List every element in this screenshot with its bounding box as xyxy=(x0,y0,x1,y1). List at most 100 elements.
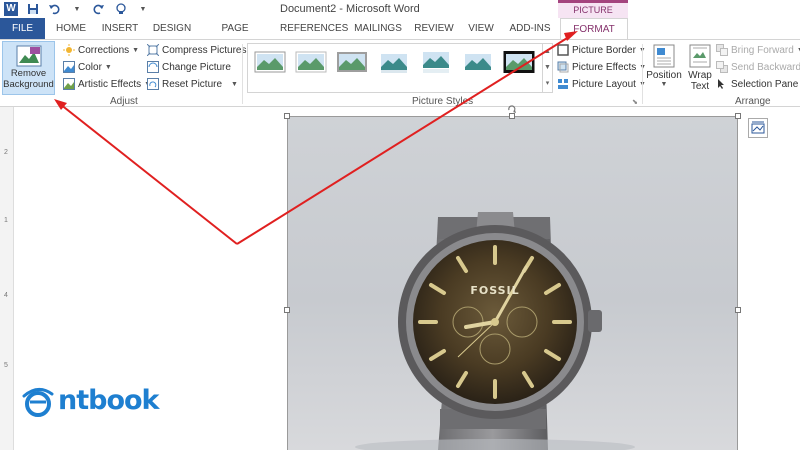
picture-style-7[interactable] xyxy=(503,50,535,74)
compress-pictures-icon xyxy=(146,43,160,57)
picture-border-icon xyxy=(557,44,569,56)
tab-add-ins[interactable]: ADD-INS xyxy=(508,18,552,39)
customize-qat-icon[interactable]: ▼ xyxy=(136,2,150,16)
send-backward-button[interactable]: Send Backward▼ xyxy=(716,59,800,75)
compress-pictures-button[interactable]: Compress Pictures xyxy=(146,42,246,58)
picture-styles-group-label: Picture Styles xyxy=(412,96,474,107)
picture-layout-button[interactable]: Picture Layout▼ xyxy=(557,76,646,92)
reset-picture-icon xyxy=(147,78,159,90)
corrections-button[interactable]: Corrections ▼ xyxy=(63,42,139,58)
word-logo-icon[interactable]: W xyxy=(4,2,18,16)
artistic-effects-label: Artistic Effects xyxy=(78,78,142,90)
artistic-effects-button[interactable]: Artistic Effects▼ xyxy=(63,76,151,92)
ruler-mark: 2 xyxy=(4,149,8,156)
ruler-mark: 4 xyxy=(4,292,8,299)
picture-styles-launcher-icon[interactable]: ⬊ xyxy=(632,97,638,107)
picture-style-1[interactable] xyxy=(254,50,286,74)
chevron-down-icon: ▼ xyxy=(104,63,112,71)
position-button[interactable]: Position ▼ xyxy=(646,42,682,96)
color-icon xyxy=(63,61,75,73)
picture-border-button[interactable]: Picture Border▼ xyxy=(557,42,646,58)
arrange-group-label: Arrange xyxy=(735,96,771,107)
send-backward-icon xyxy=(716,61,728,73)
wrap-text-label: Wrap Text xyxy=(688,70,712,92)
corrections-icon xyxy=(63,44,75,56)
picture-effects-icon xyxy=(557,61,569,73)
wrap-text-button[interactable]: Wrap Text xyxy=(682,42,718,96)
change-picture-label: Change Picture xyxy=(162,61,231,73)
ntbook-logo-icon xyxy=(22,388,54,417)
wrap-text-icon xyxy=(689,44,711,68)
layout-options-icon xyxy=(751,121,765,134)
chevron-down-icon: ▼ xyxy=(660,81,668,88)
undo-dropdown-icon[interactable]: ▼ xyxy=(70,2,84,16)
selection-frame xyxy=(287,116,738,450)
remove-background-icon xyxy=(16,45,42,67)
window-title: Document2 - Microsoft Word xyxy=(280,3,420,15)
resize-handle-top-right[interactable] xyxy=(735,113,741,119)
remove-background-button[interactable]: Remove Background xyxy=(2,41,55,95)
change-picture-icon xyxy=(147,61,159,73)
tab-file[interactable]: FILE xyxy=(0,18,45,39)
ntbook-wordmark: ntbook xyxy=(58,384,160,416)
tab-mailings[interactable]: MAILINGS xyxy=(354,18,402,39)
color-label: Color xyxy=(78,61,102,73)
ribbon-tabs: FILE HOME INSERT DESIGN PAGE LAYOUT REFE… xyxy=(0,18,800,55)
send-backward-label: Send Backward xyxy=(731,61,800,73)
rotate-handle-icon[interactable] xyxy=(507,104,517,114)
layout-options-button[interactable] xyxy=(748,118,768,138)
gallery-scroll[interactable]: ▲ ▼ ▾ xyxy=(543,43,553,93)
position-icon xyxy=(653,44,675,68)
resize-handle-right[interactable] xyxy=(735,307,741,313)
undo-icon[interactable] xyxy=(48,2,62,16)
chevron-down-icon: ▼ xyxy=(132,46,140,54)
chevron-down-icon: ▼ xyxy=(231,80,238,88)
artistic-effects-icon xyxy=(63,78,75,90)
tab-review[interactable]: REVIEW xyxy=(414,18,454,39)
picture-style-4[interactable] xyxy=(378,50,410,74)
bring-forward-icon xyxy=(716,44,728,56)
picture-layout-label: Picture Layout xyxy=(572,78,636,90)
title-bar: W ▼ ▼ Document2 - Microsoft Word PICTURE… xyxy=(0,0,800,29)
selection-pane-label: Selection Pane xyxy=(731,78,799,90)
ruler-mark: 1 xyxy=(4,217,8,224)
ruler-mark: 5 xyxy=(4,362,8,369)
tab-format[interactable]: FORMAT xyxy=(560,18,628,40)
vertical-ruler: 2 1 4 5 xyxy=(0,107,14,450)
picture-effects-button[interactable]: Picture Effects▼ xyxy=(557,59,646,75)
picture-border-label: Picture Border xyxy=(572,44,636,56)
color-button[interactable]: Color ▼ xyxy=(63,59,112,75)
ntbook-watermark: ntbook xyxy=(20,382,160,418)
bring-forward-button[interactable]: Bring Forward▼ xyxy=(716,42,800,58)
selection-pane-icon xyxy=(716,78,728,90)
tab-page-layout[interactable]: PAGE LAYOUT xyxy=(202,18,268,55)
group-divider xyxy=(642,44,643,104)
adjust-group-label: Adjust xyxy=(110,96,138,107)
group-divider xyxy=(242,44,243,104)
redo-icon[interactable] xyxy=(92,2,106,16)
picture-style-6[interactable] xyxy=(462,50,494,74)
tab-insert[interactable]: INSERT xyxy=(98,18,142,39)
tab-references[interactable]: REFERENCES xyxy=(280,18,348,39)
picture-style-3[interactable] xyxy=(336,50,368,74)
resize-handle-left[interactable] xyxy=(284,307,290,313)
position-label: Position xyxy=(646,70,682,81)
picture-layout-icon xyxy=(557,78,569,90)
touch-mode-icon[interactable] xyxy=(114,2,128,16)
picture-tools-context-label: PICTURE TOOLS xyxy=(558,0,628,29)
picture-style-2[interactable] xyxy=(295,50,327,74)
quick-access-toolbar: W ▼ ▼ xyxy=(4,2,150,16)
tab-home[interactable]: HOME xyxy=(52,18,90,39)
corrections-label: Corrections xyxy=(78,44,130,56)
tab-view[interactable]: VIEW xyxy=(466,18,496,39)
selection-pane-button[interactable]: Selection Pane xyxy=(716,76,798,92)
change-picture-button[interactable]: Change Picture xyxy=(147,59,231,75)
picture-style-5[interactable] xyxy=(420,50,452,74)
picture-effects-label: Picture Effects xyxy=(572,61,637,73)
remove-background-label: Remove Background xyxy=(3,68,54,90)
resize-handle-top-left[interactable] xyxy=(284,113,290,119)
save-icon[interactable] xyxy=(26,2,40,16)
reset-picture-label: Reset Picture xyxy=(162,78,223,90)
reset-picture-button[interactable]: Reset Picture ▼ xyxy=(147,76,238,92)
tab-design[interactable]: DESIGN xyxy=(150,18,194,39)
